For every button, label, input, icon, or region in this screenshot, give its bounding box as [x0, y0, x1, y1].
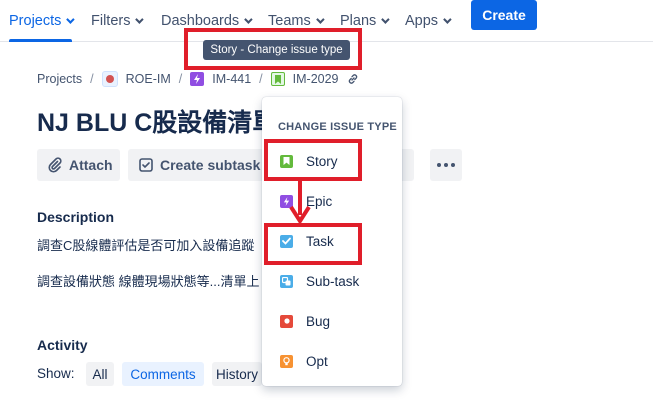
- menu-item-label: Opt: [306, 353, 328, 369]
- description-line[interactable]: 調查C股線體評估是否可加入設備追蹤: [37, 235, 263, 254]
- breadcrumb-project[interactable]: ROE-IM: [126, 72, 171, 86]
- activity-heading: Activity: [37, 337, 88, 353]
- nav-plans-label: Plans: [340, 13, 377, 29]
- more-icon: [437, 163, 441, 167]
- nav-teams-label: Teams: [268, 13, 311, 29]
- breadcrumb-separator: /: [90, 72, 94, 86]
- attach-label: Attach: [69, 157, 113, 173]
- filter-all[interactable]: All: [86, 362, 114, 386]
- menu-item-epic[interactable]: Epic: [262, 185, 402, 217]
- filter-comments[interactable]: Comments: [122, 362, 204, 386]
- breadcrumb-issue[interactable]: IM-2029: [293, 72, 339, 86]
- annotation-box-task: [264, 223, 362, 265]
- menu-item-subtask[interactable]: Sub-task: [262, 265, 402, 297]
- create-subtask-button[interactable]: Create subtask: [128, 149, 264, 181]
- description-line[interactable]: 調查設備狀態 線體現場狀態等...清單上: [37, 271, 263, 290]
- menu-item-label: Sub-task: [306, 273, 360, 289]
- chevron-down-icon: [381, 15, 390, 24]
- create-button[interactable]: Create: [471, 0, 537, 30]
- breadcrumb-separator: /: [178, 72, 183, 86]
- subtask-icon: [280, 274, 293, 288]
- nav-apps-label: Apps: [405, 13, 439, 29]
- more-actions-partial-button[interactable]: [400, 149, 414, 181]
- chevron-down-icon: [244, 15, 253, 24]
- show-label: Show:: [37, 366, 75, 381]
- nav-projects-label: Projects: [9, 13, 62, 29]
- menu-item-label: Bug: [306, 313, 331, 329]
- menu-item-bug[interactable]: Bug: [262, 305, 402, 337]
- epic-icon: [190, 72, 205, 86]
- breadcrumb-epic[interactable]: IM-441: [212, 72, 251, 86]
- chevron-down-icon: [443, 15, 452, 24]
- nav-dashboards-label: Dashboards: [161, 13, 240, 29]
- annotation-box-story: [264, 139, 362, 181]
- menu-header: CHANGE ISSUE TYPE: [278, 121, 397, 133]
- project-avatar-icon: [101, 71, 118, 87]
- annotation-arrow-down-icon: [289, 179, 311, 225]
- bug-icon: [280, 314, 293, 328]
- description-heading: Description: [37, 209, 115, 225]
- story-icon[interactable]: [270, 72, 285, 86]
- subtask-icon: [139, 158, 153, 172]
- nav-filters[interactable]: Filters: [91, 0, 145, 42]
- nav-projects[interactable]: Projects: [9, 0, 76, 42]
- link-icon[interactable]: [347, 73, 359, 85]
- attach-button[interactable]: Attach: [37, 149, 120, 181]
- breadcrumb-separator: /: [259, 72, 263, 86]
- issue-title[interactable]: NJ BLU C股設備清單評估: [37, 103, 263, 137]
- paperclip-icon: [48, 157, 62, 173]
- menu-item-opt[interactable]: Opt: [262, 345, 402, 377]
- chevron-down-icon: [315, 15, 325, 24]
- nav-filters-label: Filters: [91, 13, 131, 29]
- lightbulb-icon: [280, 354, 293, 368]
- breadcrumb-projects[interactable]: Projects: [37, 72, 82, 86]
- chevron-down-icon: [135, 15, 145, 24]
- create-subtask-label: Create subtask: [160, 157, 261, 173]
- more-actions-button[interactable]: [430, 149, 462, 181]
- filter-history[interactable]: History: [212, 362, 262, 386]
- chevron-down-icon: [66, 15, 76, 24]
- breadcrumb: Projects / ROE-IM / IM-441 / IM-2029: [37, 70, 359, 88]
- nav-apps[interactable]: Apps: [405, 0, 452, 42]
- annotation-box-tooltip: [184, 28, 362, 70]
